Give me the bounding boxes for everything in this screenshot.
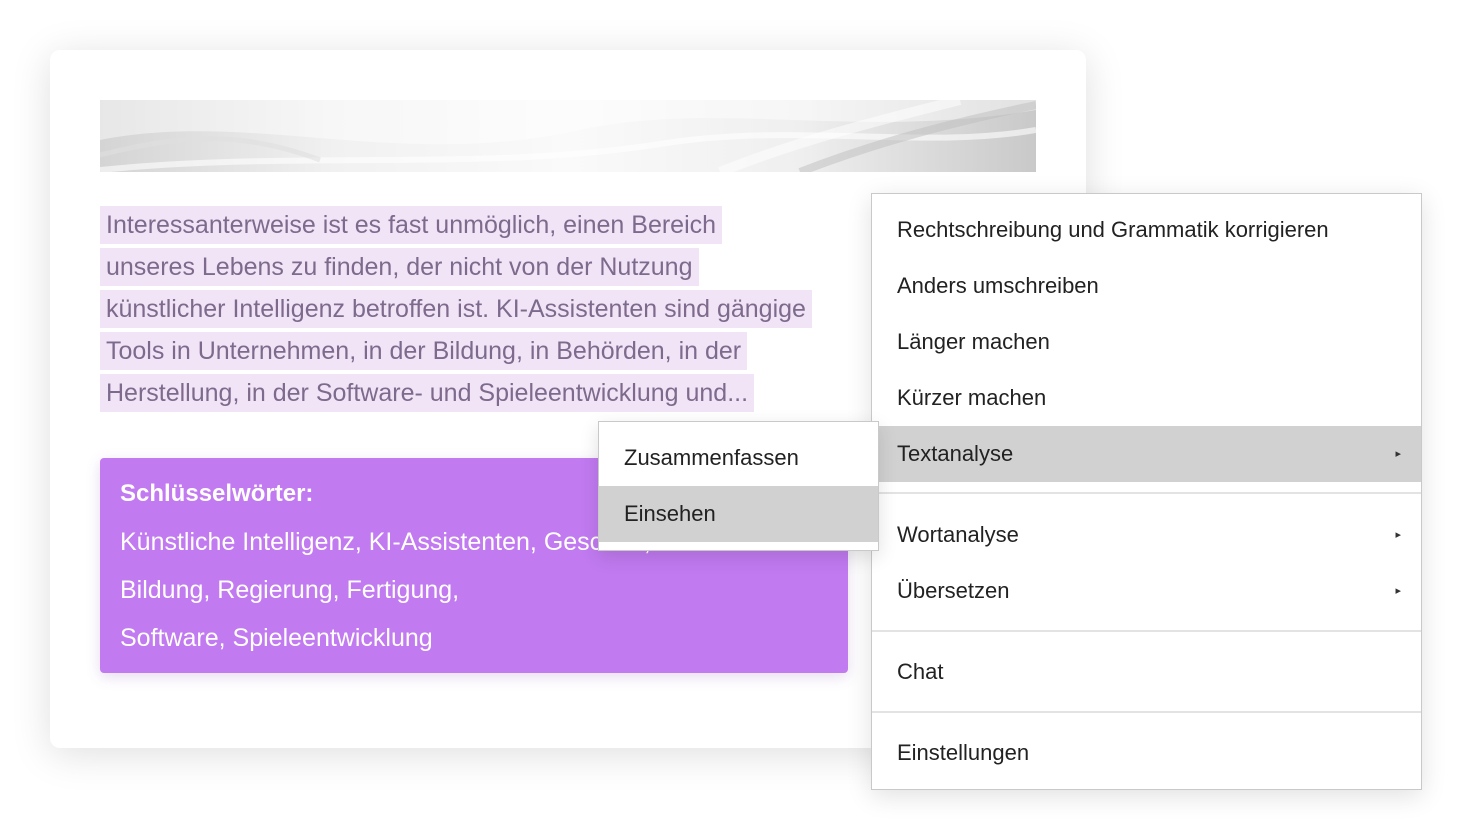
menu-item-make-shorter[interactable]: Kürzer machen [872,370,1421,426]
menu-item-label: Wortanalyse [897,522,1019,547]
menu-item-label: Einsehen [624,501,716,526]
menu-item-text-analysis[interactable]: Textanalyse ▸ [872,426,1421,482]
menu-item-settings[interactable]: Einstellungen [872,725,1421,781]
paragraph-line: unseres Lebens zu finden, der nicht von … [100,248,699,286]
chevron-right-icon: ▸ [1395,585,1401,597]
context-menu: Rechtschreibung und Grammatik korrigiere… [871,193,1422,790]
menu-item-label: Übersetzen [897,578,1010,603]
paragraph-line: Tools in Unternehmen, in der Bildung, in… [100,332,748,370]
menu-item-make-longer[interactable]: Länger machen [872,314,1421,370]
menu-item-label: Einstellungen [897,740,1030,765]
menu-item-word-analysis[interactable]: Wortanalyse ▸ [872,507,1421,563]
header-banner-image [100,100,1036,172]
menu-item-label: Textanalyse [897,441,1014,466]
menu-separator [872,711,1421,713]
menu-item-fix-spelling-grammar[interactable]: Rechtschreibung und Grammatik korrigiere… [872,202,1421,258]
paragraph-line: künstlicher Intelligenz betroffen ist. K… [100,290,812,328]
selected-paragraph[interactable]: Interessanterweise ist es fast unmöglich… [100,206,880,416]
submenu-item-summarize[interactable]: Zusammenfassen [599,430,878,486]
keywords-title: Schlüsselwörter: [120,480,314,507]
chevron-right-icon: ▸ [1395,448,1401,460]
keywords-line: Künstliche Intelligenz, KI-Assistenten, … [120,528,651,556]
keywords-line: Software, Spieleentwicklung [120,624,433,652]
menu-separator [872,492,1421,494]
menu-item-translate[interactable]: Übersetzen ▸ [872,563,1421,619]
menu-item-rewrite[interactable]: Anders umschreiben [872,258,1421,314]
menu-item-label: Länger machen [897,329,1050,354]
menu-item-label: Chat [897,659,944,684]
menu-item-label: Rechtschreibung und Grammatik korrigiere… [897,217,1329,242]
paragraph-line: Herstellung, in der Software- und Spiele… [100,374,755,412]
menu-item-label: Anders umschreiben [897,273,1099,298]
submenu-item-view[interactable]: Einsehen [599,486,878,542]
menu-separator [872,630,1421,632]
menu-item-label: Kürzer machen [897,385,1047,410]
keywords-line: Bildung, Regierung, Fertigung, [120,576,460,604]
menu-item-label: Zusammenfassen [624,445,799,470]
menu-item-chat[interactable]: Chat [872,644,1421,700]
paragraph-line: Interessanterweise ist es fast unmöglich… [100,206,723,244]
chevron-right-icon: ▸ [1395,529,1401,541]
text-analysis-submenu: Zusammenfassen Einsehen [598,421,879,551]
